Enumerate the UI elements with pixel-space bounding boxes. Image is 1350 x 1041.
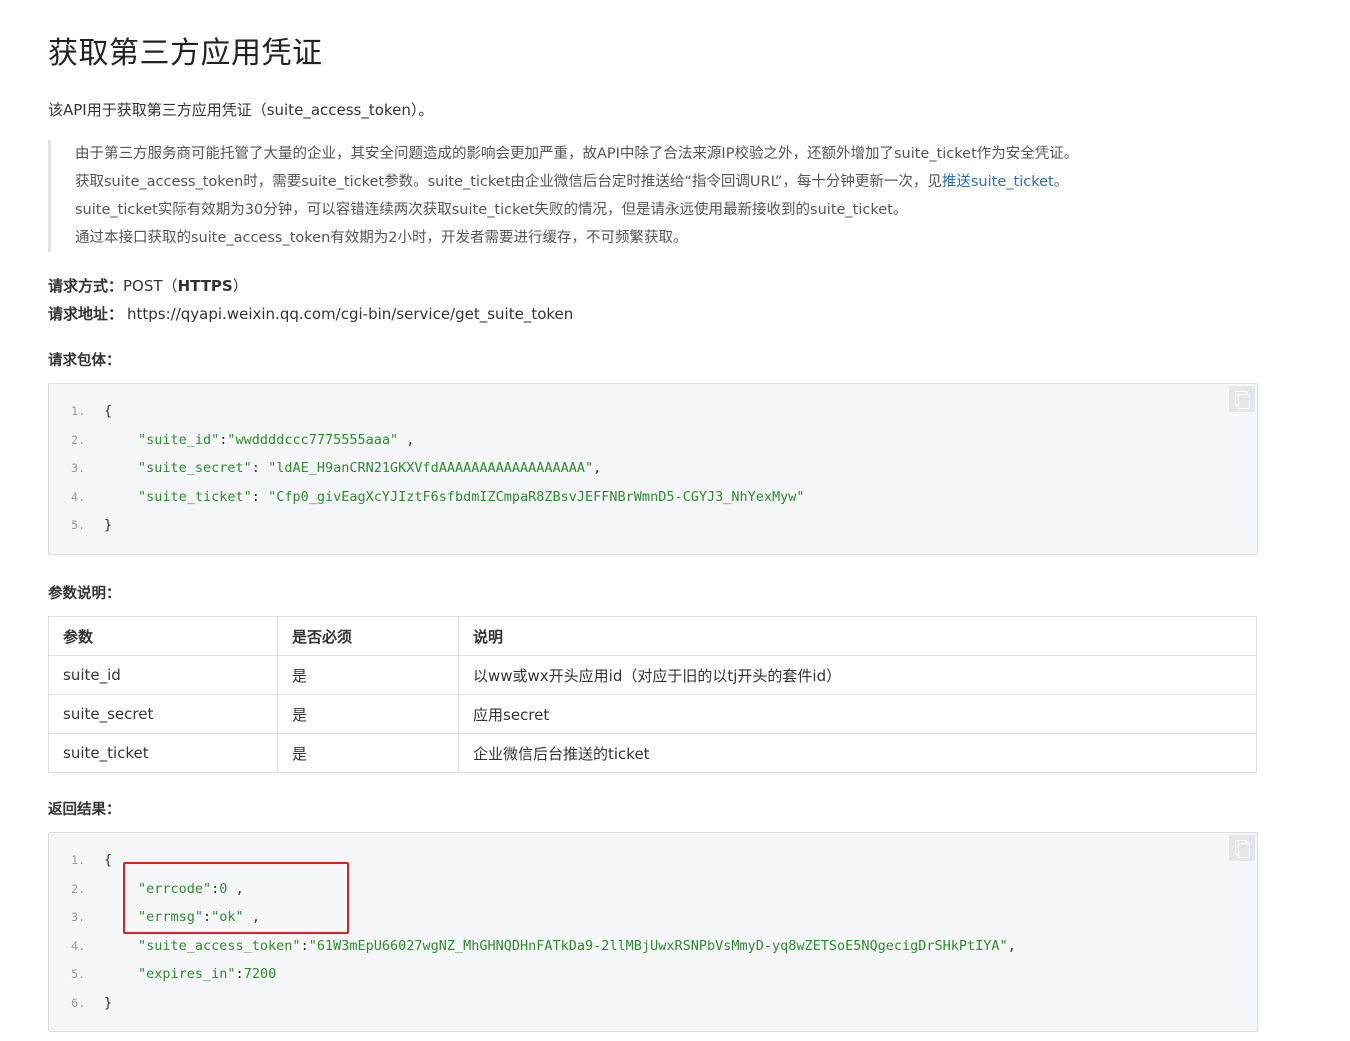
json-sep: :: [235, 966, 244, 983]
line-number: 4.: [71, 938, 85, 953]
table-cell: 以ww或wx开头应用id（对应于旧的以tj开头的套件id）: [458, 655, 1257, 695]
json-value: "Cfp0_givEagXcYJIztF6sfbdmIZCmpaR8ZBsvJE…: [268, 488, 805, 505]
table-cell: 应用secret: [458, 694, 1257, 734]
table-cell: 企业微信后台推送的ticket: [458, 733, 1257, 773]
result-title: 返回结果：: [48, 802, 121, 818]
request-method-value: POST（: [123, 277, 178, 295]
code-text: {: [104, 403, 113, 419]
line-number: 2.: [71, 881, 85, 896]
note-line-2-text: 获取suite_access_token时，需要suite_ticket参数。s…: [75, 174, 942, 190]
note-line-4: 通过本接口获取的suite_access_token有效期为2小时，开发者需要进…: [75, 230, 688, 246]
note-line-2-end: 。: [1053, 174, 1069, 190]
request-body-title: 请求包体：: [48, 353, 121, 369]
json-key: "expires_in": [138, 966, 236, 983]
copy-icon-front: [1238, 394, 1250, 409]
line-number: 1.: [71, 404, 85, 418]
table-header-desc: 说明: [458, 616, 1257, 656]
line-number: 4.: [71, 489, 85, 504]
intro-text: 该API用于获取第三方应用凭证（suite_access_token）。: [48, 101, 434, 119]
code-text: {: [104, 852, 113, 868]
table-row: suite_id 是 以ww或wx开头应用id（对应于旧的以tj开头的套件id）: [48, 655, 1257, 695]
request-method: 请求方式：POST（HTTPS）: [48, 275, 248, 296]
note-line-2: 获取suite_access_token时，需要suite_ticket参数。s…: [75, 168, 1255, 196]
json-key: "suite_access_token": [138, 937, 301, 954]
line-number: 5.: [71, 967, 85, 982]
table-cell: suite_secret: [48, 694, 278, 734]
json-tail: ,: [398, 431, 415, 448]
table-cell: 是: [277, 694, 459, 734]
table-row: suite_secret 是 应用secret: [48, 694, 1257, 734]
table-cell: suite_ticket: [48, 733, 278, 773]
page-title: 获取第三方应用凭证: [48, 36, 323, 71]
code-text: "suite_ticket": "Cfp0_givEagXcYJIztF6sfb…: [104, 483, 805, 511]
request-code-block: 1.{2. "suite_id":"wwddddccc7775555aaa" ,3…: [48, 383, 1258, 555]
line-number: 6.: [71, 996, 85, 1010]
table-cell: 是: [277, 655, 459, 695]
line-number: 1.: [71, 853, 85, 867]
table-header-row: 参数 是否必须 说明: [48, 616, 1257, 656]
table-header-required: 是否必须: [277, 616, 459, 656]
params-table: 参数 是否必须 说明 suite_id 是 以ww或wx开头应用id（对应于旧的…: [48, 616, 1257, 773]
json-value: "wwddddccc7775555aaa": [227, 431, 399, 448]
table-cell: 是: [277, 733, 459, 773]
request-method-proto: HTTPS: [177, 277, 233, 295]
notes-blockquote: 由于第三方服务商可能托管了大量的企业，其安全问题造成的影响会更加严重，故API中…: [48, 140, 1255, 252]
params-title: 参数说明：: [48, 586, 121, 602]
code-text: }: [104, 517, 113, 534]
json-key: "suite_ticket": [138, 488, 252, 505]
copy-response-button[interactable]: [1229, 835, 1255, 861]
request-url-value: https://qyapi.weixin.qq.com/cgi-bin/serv…: [127, 305, 574, 323]
request-url: 请求地址： https://qyapi.weixin.qq.com/cgi-bin…: [48, 303, 573, 324]
json-value: "61W3mEpU66027wgNZ_MhGHNQDHnFATkDa9-2llM…: [308, 937, 1008, 954]
line-number: 3.: [71, 461, 85, 476]
copy-icon-front: [1238, 843, 1250, 858]
highlight-annotation-box: [123, 862, 349, 934]
json-tail: ,: [593, 460, 602, 477]
request-method-label: 请求方式：: [48, 277, 124, 295]
json-tail: ,: [1007, 937, 1016, 954]
code-text: }: [104, 995, 113, 1011]
json-sep: :: [251, 460, 269, 477]
note-line-1: 由于第三方服务商可能托管了大量的企业，其安全问题造成的影响会更加严重，故API中…: [75, 146, 1079, 162]
code-text: "suite_access_token":"61W3mEpU66027wgNZ_…: [104, 932, 1016, 960]
request-url-label: 请求地址：: [48, 305, 124, 323]
copy-request-button[interactable]: [1229, 386, 1255, 412]
code-text: "suite_secret": "ldAE_H9anCRN21GKXVfdAAA…: [104, 454, 601, 482]
note-line-3: suite_ticket实际有效期为30分钟，可以容错连续两次获取suite_t…: [75, 202, 908, 218]
json-value: "ldAE_H9anCRN21GKXVfdAAAAAAAAAAAAAAAAAA": [268, 460, 594, 477]
line-number: 5.: [71, 518, 85, 533]
line-number: 3.: [71, 910, 85, 925]
table-header-param: 参数: [48, 616, 278, 656]
request-method-close: ）: [232, 277, 248, 295]
code-text: "expires_in":7200: [104, 960, 276, 988]
code-text: "suite_id":"wwddddccc7775555aaa" ,: [104, 426, 414, 454]
push-suite-ticket-link[interactable]: 推送suite_ticket: [942, 174, 1054, 190]
line-number: 2.: [71, 432, 85, 447]
json-sep: :: [251, 488, 269, 505]
json-sep: :: [300, 937, 309, 954]
json-value: 7200: [243, 966, 277, 983]
json-key: "suite_secret": [138, 460, 252, 477]
json-key: "suite_id": [138, 431, 220, 448]
table-row: suite_ticket 是 企业微信后台推送的ticket: [48, 733, 1257, 773]
table-cell: suite_id: [48, 655, 278, 695]
